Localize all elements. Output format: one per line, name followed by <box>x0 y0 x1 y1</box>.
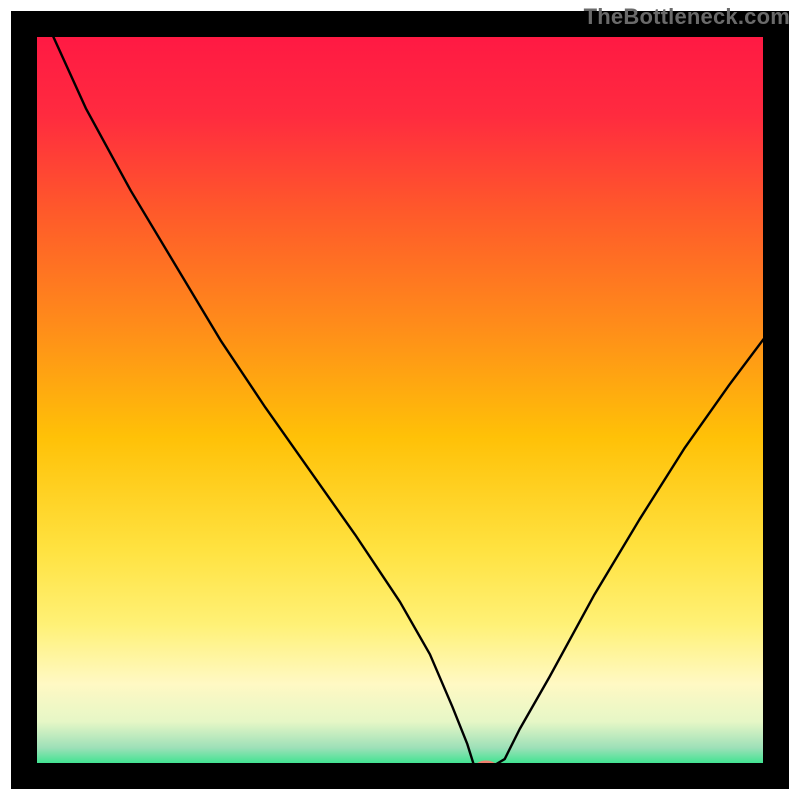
plot-area <box>1 1 799 799</box>
chart-svg <box>0 0 800 800</box>
bottleneck-chart: TheBottleneck.com <box>0 0 800 800</box>
gradient-background <box>26 26 774 774</box>
watermark-text: TheBottleneck.com <box>584 4 790 30</box>
